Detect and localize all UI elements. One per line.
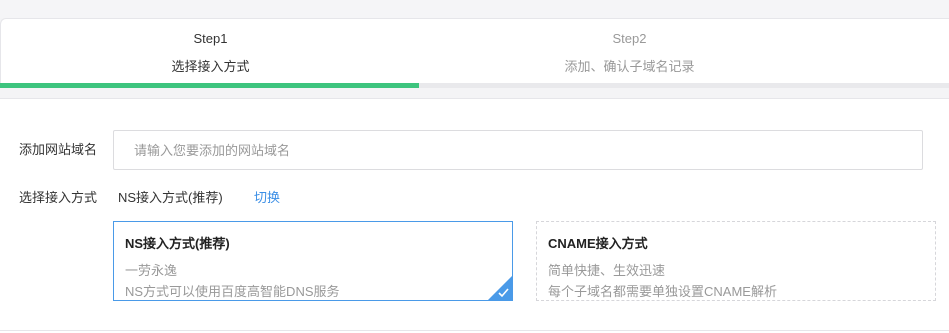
- domain-input[interactable]: [113, 130, 923, 170]
- option-detail: 每个子域名都需要单独设置CNAME解析: [548, 284, 777, 299]
- step-2: Step2 添加、确认子域名记录: [420, 19, 839, 89]
- option-description: 一劳永逸: [125, 263, 178, 278]
- method-value: NS接入方式(推荐): [118, 190, 223, 205]
- option-detail: NS方式可以使用百度高智能DNS服务: [125, 284, 340, 299]
- option-title: NS接入方式(推荐): [125, 236, 230, 251]
- progress-fill: [0, 83, 419, 88]
- domain-label: 添加网站域名: [19, 142, 98, 157]
- bottom-divider: [0, 330, 949, 331]
- step-1: Step1 选择接入方式: [1, 19, 420, 89]
- option-title: CNAME接入方式: [548, 236, 648, 251]
- option-card-cname[interactable]: CNAME接入方式 简单快捷、生效迅速 每个子域名都需要单独设置CNAME解析: [536, 221, 936, 301]
- switch-link[interactable]: 切换: [254, 190, 280, 206]
- step-2-subtitle: 添加、确认子域名记录: [564, 59, 695, 74]
- top-strip: [0, 0, 949, 18]
- step-1-subtitle: 选择接入方式: [171, 59, 250, 74]
- option-card-ns[interactable]: NS接入方式(推荐) 一劳永逸 NS方式可以使用百度高智能DNS服务: [113, 221, 513, 301]
- method-label: 选择接入方式: [19, 190, 98, 205]
- step-1-title: Step1: [193, 31, 228, 46]
- main-form: 添加网站域名 选择接入方式 NS接入方式(推荐) 切换 NS接入方式(推荐) 一…: [0, 99, 949, 333]
- step-2-title: Step2: [612, 31, 647, 46]
- check-icon: [488, 276, 512, 300]
- progress-track: [0, 83, 949, 88]
- step-indicator: Step1 选择接入方式 Step2 添加、确认子域名记录: [0, 18, 949, 88]
- option-description: 简单快捷、生效迅速: [548, 263, 666, 278]
